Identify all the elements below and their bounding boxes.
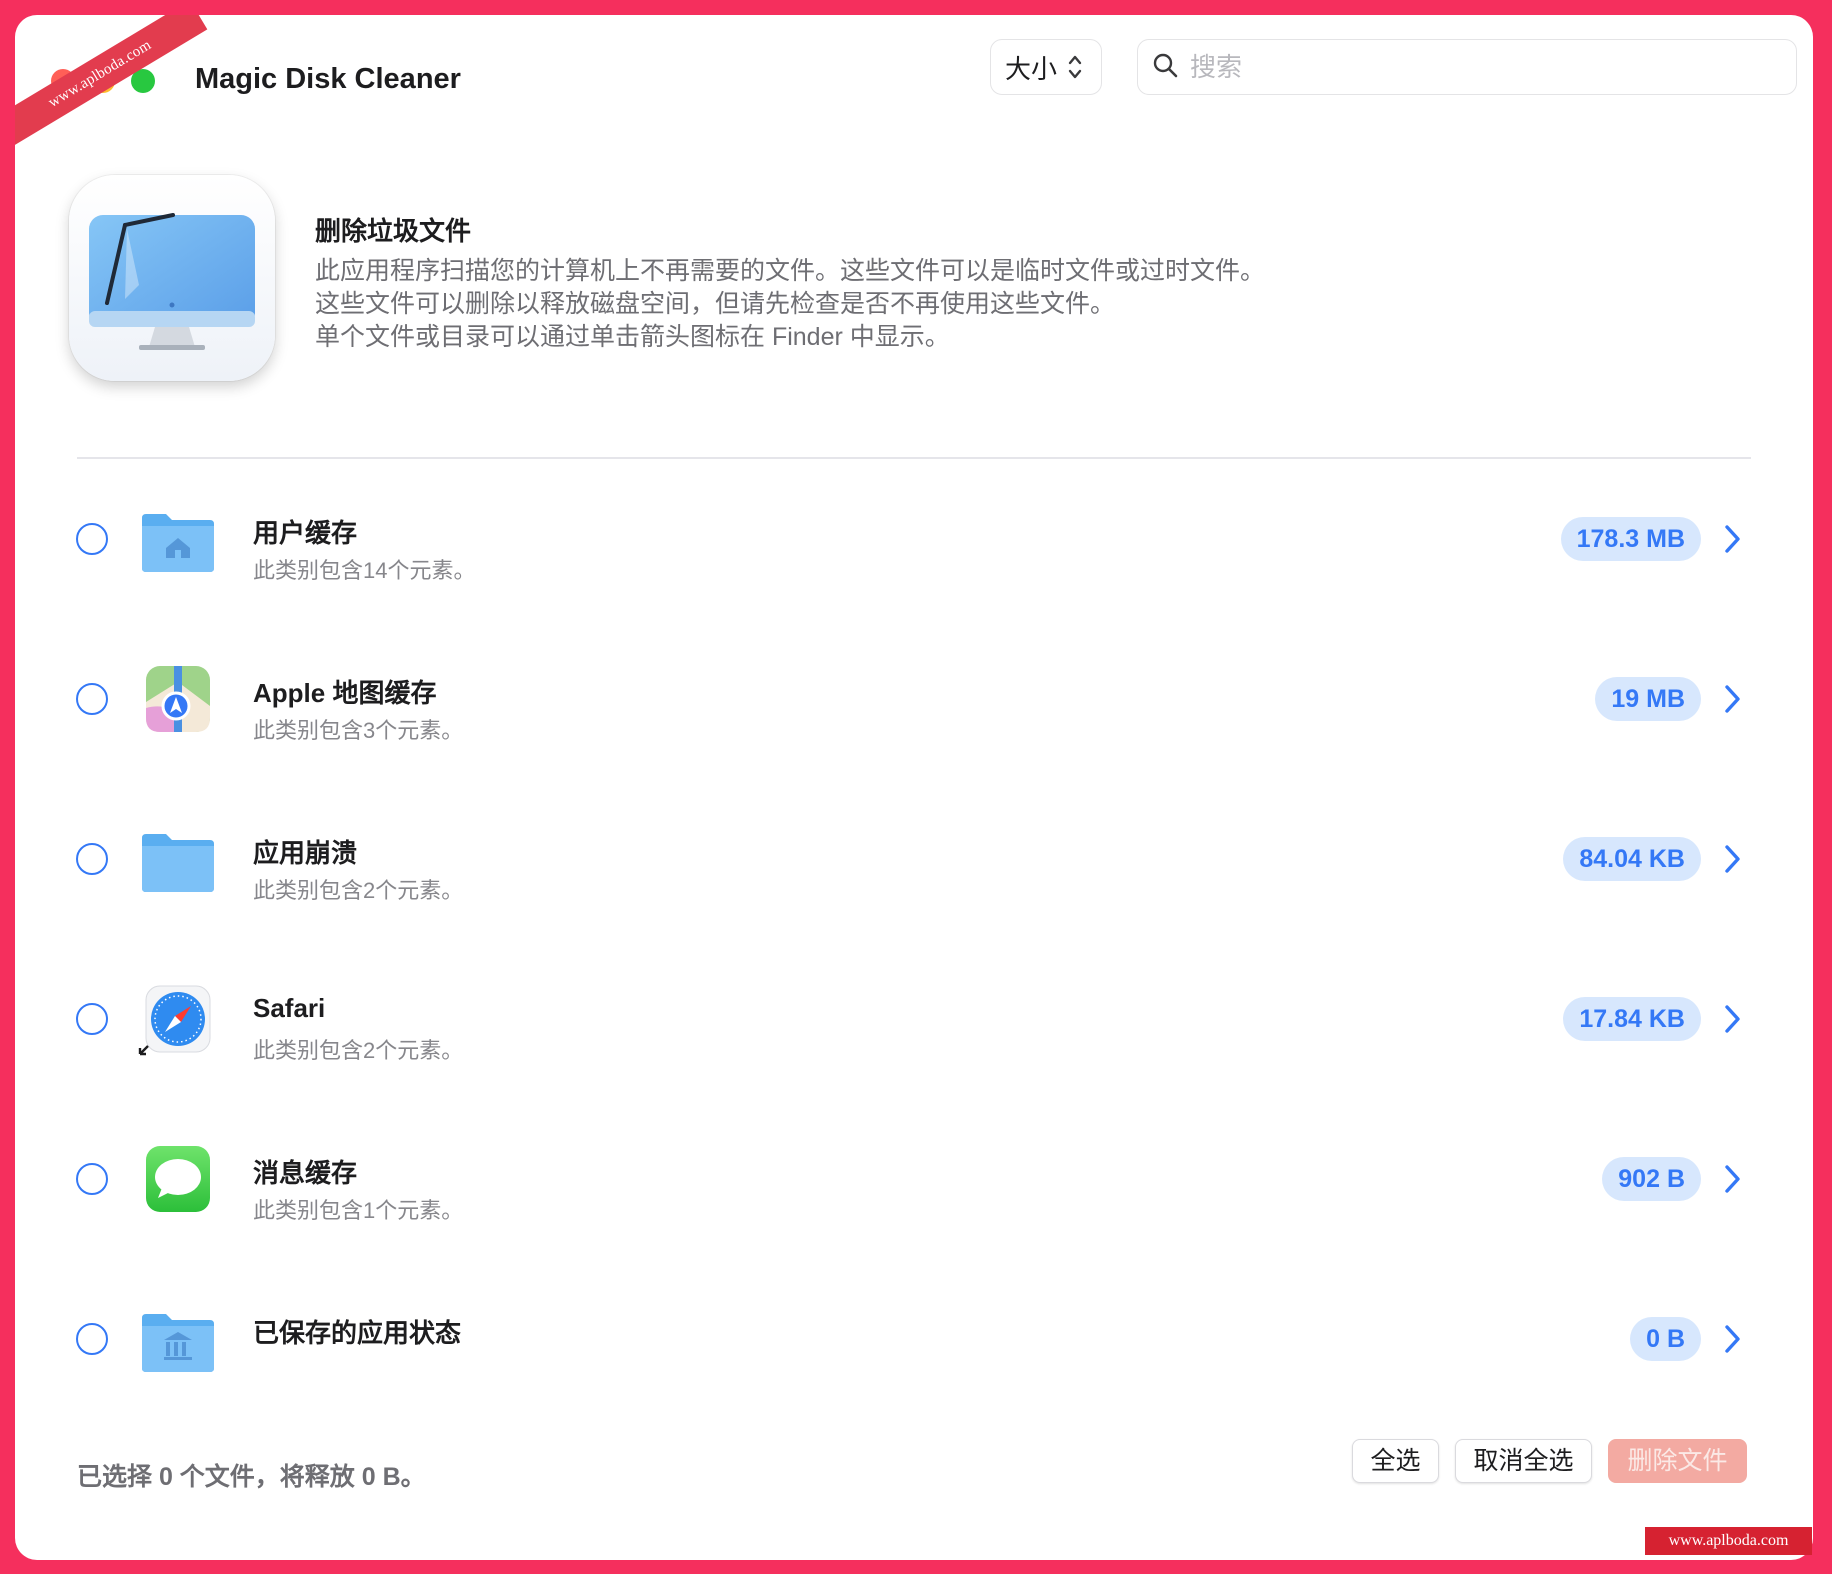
home-folder-icon — [138, 502, 218, 578]
safari-icon — [138, 982, 218, 1058]
category-radio[interactable] — [76, 1003, 108, 1035]
app-title: Magic Disk Cleaner — [195, 63, 461, 95]
maps-icon — [138, 662, 218, 738]
category-row[interactable]: 已保存的应用状态 0 B — [15, 1259, 1813, 1409]
size-badge: 19 MB — [1595, 677, 1701, 721]
size-badge: 178.3 MB — [1560, 517, 1701, 561]
category-count: 此类别包含3个元素。 — [253, 718, 464, 743]
category-name: Apple 地图缓存 — [253, 678, 437, 708]
category-row[interactable]: 消息缓存 此类别包含1个元素。 902 B — [15, 1099, 1813, 1259]
category-row[interactable]: Apple 地图缓存 此类别包含3个元素。 19 MB — [15, 619, 1813, 779]
description-line: 这些文件可以删除以释放磁盘空间，但请先检查是否不再使用这些文件。 — [315, 290, 1116, 318]
category-count: 此类别包含2个元素。 — [253, 1038, 464, 1063]
size-badge: 902 B — [1602, 1157, 1701, 1201]
header-title: 删除垃圾文件 — [315, 216, 472, 246]
selection-status: 已选择 0 个文件，将释放 0 B。 — [77, 1463, 426, 1491]
reveal-in-finder-chevron-icon[interactable] — [1721, 683, 1743, 715]
watermark-corner: www.aplboda.com — [1645, 1527, 1812, 1555]
category-name: 用户缓存 — [253, 518, 358, 548]
messages-icon — [138, 1142, 218, 1218]
size-badge: 17.84 KB — [1563, 997, 1701, 1041]
category-radio[interactable] — [76, 683, 108, 715]
reveal-in-finder-chevron-icon[interactable] — [1721, 843, 1743, 875]
sort-select-label: 大小 — [1005, 53, 1058, 84]
category-list: 用户缓存 此类别包含14个元素。 178.3 MB Apple 地图缓存 此类别… — [15, 459, 1813, 1409]
category-radio[interactable] — [76, 1163, 108, 1195]
delete-files-button[interactable]: 删除文件 — [1608, 1439, 1747, 1483]
reveal-in-finder-chevron-icon[interactable] — [1721, 1323, 1743, 1355]
category-radio[interactable] — [76, 1323, 108, 1355]
description-line: 此应用程序扫描您的计算机上不再需要的文件。这些文件可以是临时文件或过时文件。 — [315, 257, 1266, 285]
header-description: 此应用程序扫描您的计算机上不再需要的文件。这些文件可以是临时文件或过时文件。 这… — [315, 255, 1265, 354]
reveal-in-finder-chevron-icon[interactable] — [1721, 1003, 1743, 1035]
category-name: 消息缓存 — [253, 1158, 358, 1188]
deselect-all-button[interactable]: 取消全选 — [1455, 1439, 1592, 1483]
description-line: 单个文件或目录可以通过单击箭头图标在 Finder 中显示。 — [315, 323, 950, 351]
app-icon — [69, 175, 275, 381]
category-row[interactable]: 应用崩溃 此类别包含2个元素。 84.04 KB — [15, 779, 1813, 939]
category-row[interactable]: Safari 此类别包含2个元素。 17.84 KB — [15, 939, 1813, 1099]
size-badge: 0 B — [1630, 1317, 1701, 1361]
sort-select[interactable]: 大小 — [990, 39, 1102, 95]
reveal-in-finder-chevron-icon[interactable] — [1721, 1163, 1743, 1195]
reveal-in-finder-chevron-icon[interactable] — [1721, 523, 1743, 555]
library-folder-icon — [138, 1302, 218, 1378]
select-all-button[interactable]: 全选 — [1352, 1439, 1439, 1483]
category-count: 此类别包含2个元素。 — [253, 878, 464, 903]
category-name: Safari — [253, 993, 326, 1023]
folder-icon — [138, 822, 218, 898]
category-name: 应用崩溃 — [253, 838, 358, 868]
search-icon — [1152, 52, 1178, 83]
category-count: 此类别包含14个元素。 — [253, 558, 476, 583]
watermark-ribbon: www.aplboda.com — [15, 15, 208, 148]
category-count: 此类别包含1个元素。 — [253, 1198, 464, 1223]
app-window: www.aplboda.com Magic Disk Cleaner 大小 搜索… — [15, 15, 1813, 1560]
category-radio[interactable] — [76, 843, 108, 875]
search-field[interactable] — [1137, 39, 1797, 95]
up-down-chevron-icon — [1067, 53, 1083, 81]
category-row[interactable]: 用户缓存 此类别包含14个元素。 178.3 MB — [15, 459, 1813, 619]
search-input[interactable] — [1190, 51, 1750, 83]
category-name: 已保存的应用状态 — [253, 1318, 462, 1348]
size-badge: 84.04 KB — [1563, 837, 1701, 881]
category-radio[interactable] — [76, 523, 108, 555]
